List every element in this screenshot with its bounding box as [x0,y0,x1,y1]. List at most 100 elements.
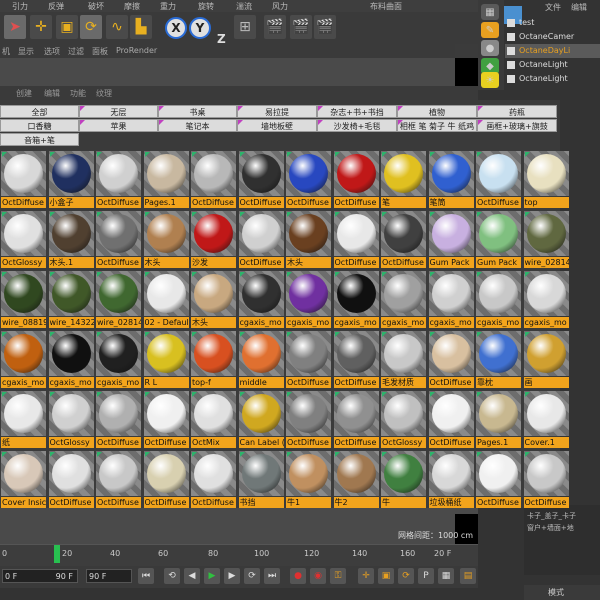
grid-key-icon[interactable]: ▦ [438,568,454,584]
material-swatch[interactable]: OctDiffuse [96,151,141,208]
material-swatch[interactable]: OctDiffuse [476,151,521,208]
material-swatch[interactable]: OctDiffuse [238,151,284,208]
material-swatch[interactable]: 牛 [381,451,426,508]
next-frame-icon[interactable]: ▶ [224,568,240,584]
cursor-icon[interactable]: ➤ [4,15,26,39]
material-swatch[interactable]: OctDiffuse [1,151,46,208]
material-swatch[interactable]: 垃圾桶纸 [428,451,474,508]
menu-item[interactable]: 面板 [92,46,108,57]
layer-item[interactable]: 窗户+墙面+地 [527,523,574,533]
coordinate-system-icon[interactable]: ⊞ [234,15,256,39]
menu-item[interactable]: 引力 [12,1,28,12]
layer-item[interactable]: 卡子_盖子_卡子 [527,511,576,521]
material-swatch[interactable]: 画 [523,331,569,388]
category-tab[interactable]: 相框 笔 菊子 牛 纸鸡 [397,119,477,132]
timeline-playhead[interactable] [54,545,60,563]
menu-item[interactable]: 风力 [272,1,288,12]
material-swatch[interactable]: OctDiffuse [286,391,331,448]
material-swatch[interactable]: OctDiffuse [333,151,379,208]
record-icon[interactable]: ● [290,568,306,584]
timeline-window-icon[interactable]: ▤ [460,568,476,584]
material-swatch[interactable]: Gum Pack [428,211,474,268]
object-row[interactable]: OctaneLight [505,58,600,72]
light-icon[interactable]: ☀ [481,72,499,88]
param-key-icon[interactable]: P [418,568,434,584]
material-swatch[interactable]: cgaxis_mo [1,331,46,388]
material-swatch[interactable]: 02 - Default [143,271,189,328]
material-swatch[interactable]: cgaxis_mo [333,271,379,328]
material-swatch[interactable]: 靠枕 [476,331,521,388]
material-swatch[interactable]: cgaxis_mo [96,331,141,388]
menu-item[interactable]: ProRender [116,46,157,55]
material-swatch[interactable]: wire_02814 [96,271,141,328]
material-swatch[interactable]: cgaxis_mo [286,271,331,328]
object-row[interactable]: OctaneCamer [505,30,600,44]
menu-item[interactable]: 选项 [44,46,60,57]
material-swatch[interactable]: 书挡 [238,451,284,508]
material-swatch[interactable]: wire_02814 [523,211,569,268]
y-axis-icon[interactable]: Y [189,17,211,39]
end-frame-field[interactable]: 90 F [86,569,132,583]
category-tab[interactable]: 杂志+书+书挡 [317,105,397,118]
material-swatch[interactable]: OctGlossy [1,211,46,268]
grid-icon[interactable]: ▦ [481,4,499,20]
material-swatch[interactable]: cgaxis_mo [523,271,569,328]
material-swatch[interactable]: Gum Pack [476,211,521,268]
auto-key-icon[interactable]: ◉ [310,568,326,584]
menu-item[interactable]: 纹理 [96,88,112,99]
move-icon[interactable]: ✛ [30,15,52,39]
material-swatch[interactable]: wire_08819 [1,271,46,328]
material-swatch[interactable]: cgaxis_mo [428,271,474,328]
material-swatch[interactable]: OctDiffuse [96,391,141,448]
material-swatch[interactable]: OctGlossy [381,391,426,448]
material-swatch[interactable]: OctDiffuse [286,331,331,388]
material-swatch[interactable]: OctDiffuse [333,211,379,268]
menu-item[interactable]: 反弹 [48,1,64,12]
go-to-end-icon[interactable]: ⏭ [264,568,280,584]
material-swatch[interactable]: Cover Insic [1,451,46,508]
category-tab[interactable]: 口香糖 [0,119,79,132]
render-icon[interactable]: 🎬 [290,15,312,39]
rotate-icon[interactable]: ⟳ [80,15,102,39]
material-swatch[interactable]: top [523,151,569,208]
material-swatch[interactable]: cgaxis_mo [48,331,94,388]
material-swatch[interactable]: OctDiffuse [191,151,236,208]
material-swatch[interactable]: OctDiffuse [428,391,474,448]
material-swatch[interactable]: middle [238,331,284,388]
go-to-start-icon[interactable]: ⏮ [138,568,154,584]
material-swatch[interactable]: OctDiffuse [428,331,474,388]
material-swatch[interactable]: OctDiffuse [333,391,379,448]
material-swatch[interactable]: 笔 [381,151,426,208]
start-frame-field[interactable]: 0 F 90 F [2,569,78,583]
timeline[interactable]: 0 20 40 60 80 100 120 140 160 20 F [0,544,478,567]
category-tab[interactable]: 易拉提 [237,105,317,118]
material-swatch[interactable]: top-f [191,331,236,388]
category-tab[interactable]: 笔记本 [158,119,237,132]
material-swatch[interactable]: cgaxis_mo [476,271,521,328]
material-swatch[interactable]: R L [143,331,189,388]
material-swatch[interactable]: OctMix [191,391,236,448]
menu-item[interactable]: 布料曲面 [370,1,402,12]
material-swatch[interactable]: 纸 [1,391,46,448]
coord-icon[interactable]: ▙ [130,15,152,39]
play-icon[interactable]: ▶ [204,568,220,584]
material-swatch[interactable]: Can Label ( [238,391,284,448]
menu-item[interactable]: 显示 [18,46,34,57]
category-tab[interactable]: 苹果 [79,119,158,132]
category-tab[interactable]: 书桌 [158,105,237,118]
material-swatch[interactable]: 木头 [191,271,236,328]
category-tab[interactable]: 墙地板壁 [237,119,317,132]
rotate-key-icon[interactable]: ⟳ [398,568,414,584]
category-tab[interactable]: 音箱+笔 [0,133,79,146]
material-swatch[interactable]: OctDiffuse [381,211,426,268]
sphere-icon[interactable]: ● [481,40,499,56]
next-key-icon[interactable]: ⟳ [244,568,260,584]
scale-icon[interactable]: ▣ [56,15,78,39]
menu-item[interactable]: 重力 [160,1,176,12]
object-row[interactable]: OctaneLight [505,72,600,86]
pen-icon[interactable]: ✎ [481,22,499,38]
menu-item[interactable]: 破坏 [88,1,104,12]
move-key-icon[interactable]: ✛ [358,568,374,584]
key-icon[interactable]: ⚿ [330,568,346,584]
x-axis-icon[interactable]: X [165,17,187,39]
